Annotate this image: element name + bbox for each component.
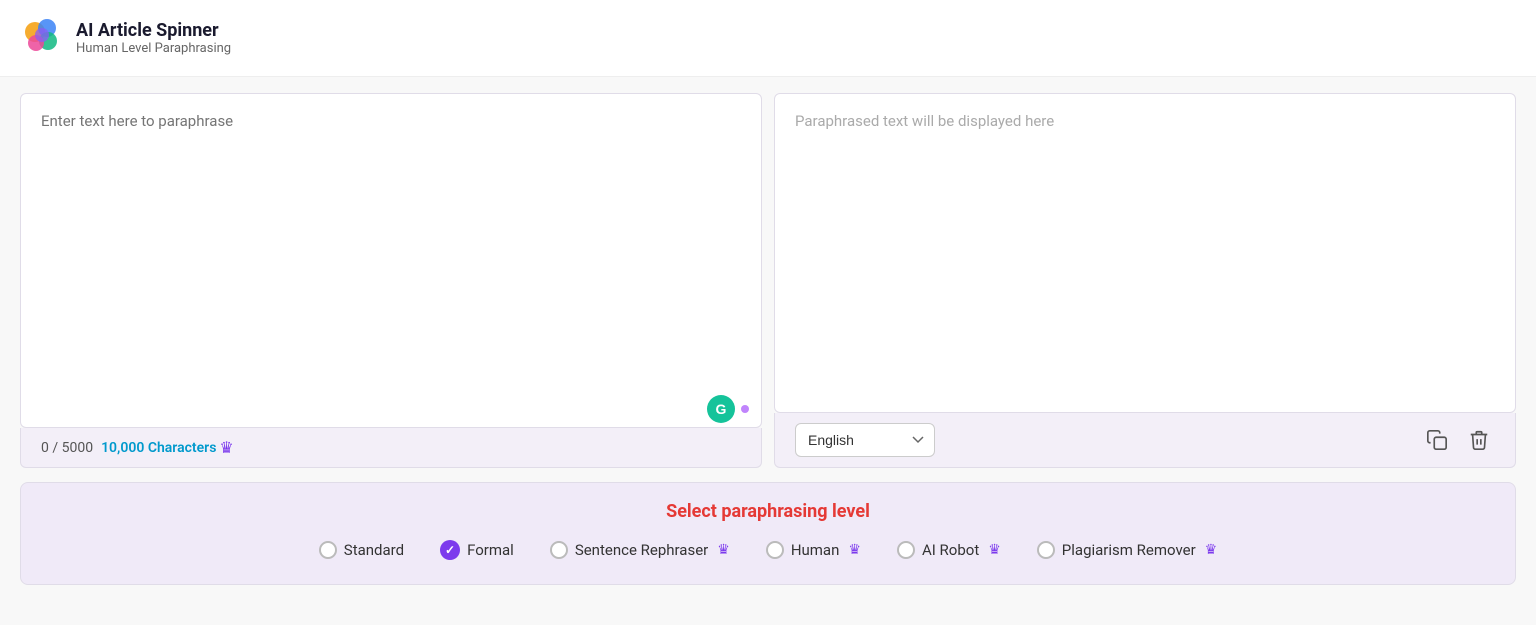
output-panel-wrapper: Paraphrased text will be displayed here … xyxy=(774,93,1516,468)
radio-ai-robot xyxy=(897,541,915,559)
char-count-bar: 0 / 5000 10,000 Characters ♛ xyxy=(20,428,762,468)
input-textarea[interactable] xyxy=(21,94,761,391)
label-standard: Standard xyxy=(344,541,404,559)
app-header: AI Article Spinner Human Level Paraphras… xyxy=(0,0,1536,77)
option-formal[interactable]: Formal xyxy=(440,540,514,560)
crown-plagiarism-remover: ♛ xyxy=(1205,542,1218,558)
char-count: 0 / 5000 xyxy=(41,440,93,456)
dot-indicator xyxy=(741,405,749,413)
copy-button[interactable] xyxy=(1421,424,1453,456)
header-text: AI Article Spinner Human Level Paraphras… xyxy=(76,20,231,57)
language-select[interactable]: English Spanish French German Italian Po… xyxy=(795,423,935,457)
editor-row: G 0 / 5000 10,000 Characters ♛ Paraphras… xyxy=(20,93,1516,468)
logo xyxy=(20,14,76,62)
action-icons xyxy=(1421,424,1495,456)
label-formal: Formal xyxy=(467,541,514,559)
input-panel-wrapper: G 0 / 5000 10,000 Characters ♛ xyxy=(20,93,762,468)
app-title: AI Article Spinner xyxy=(76,20,231,42)
paraphrase-title: Select paraphrasing level xyxy=(51,501,1485,522)
crown-sentence-rephraser: ♛ xyxy=(717,542,730,558)
radio-human xyxy=(766,541,784,559)
label-sentence-rephraser: Sentence Rephraser xyxy=(575,541,708,559)
app-subtitle: Human Level Paraphrasing xyxy=(76,41,231,56)
label-plagiarism-remover: Plagiarism Remover xyxy=(1062,541,1196,559)
option-ai-robot[interactable]: AI Robot ♛ xyxy=(897,541,1001,559)
crown-human: ♛ xyxy=(848,542,861,558)
options-row: Standard Formal Sentence Rephraser ♛ Hum… xyxy=(51,540,1485,560)
radio-formal xyxy=(440,540,460,560)
output-panel: Paraphrased text will be displayed here xyxy=(774,93,1516,413)
label-ai-robot: AI Robot xyxy=(922,541,979,559)
input-panel: G xyxy=(20,93,762,428)
option-human[interactable]: Human ♛ xyxy=(766,541,861,559)
label-human: Human xyxy=(791,541,840,559)
option-sentence-rephraser[interactable]: Sentence Rephraser ♛ xyxy=(550,541,730,559)
output-bottom-bar: English Spanish French German Italian Po… xyxy=(774,413,1516,468)
option-standard[interactable]: Standard xyxy=(319,541,404,559)
grammarly-button[interactable]: G xyxy=(707,395,735,423)
option-plagiarism-remover[interactable]: Plagiarism Remover ♛ xyxy=(1037,541,1217,559)
upgrade-crown: ♛ xyxy=(219,438,233,457)
grammarly-bar: G xyxy=(21,391,761,427)
paraphrase-section: Select paraphrasing level Standard Forma… xyxy=(20,482,1516,585)
radio-plagiarism-remover xyxy=(1037,541,1055,559)
output-text: Paraphrased text will be displayed here xyxy=(775,94,1515,412)
main-content: G 0 / 5000 10,000 Characters ♛ Paraphras… xyxy=(0,77,1536,585)
delete-button[interactable] xyxy=(1463,424,1495,456)
radio-standard xyxy=(319,541,337,559)
upgrade-link[interactable]: 10,000 Characters xyxy=(101,440,216,456)
radio-sentence-rephraser xyxy=(550,541,568,559)
crown-ai-robot: ♛ xyxy=(988,542,1001,558)
